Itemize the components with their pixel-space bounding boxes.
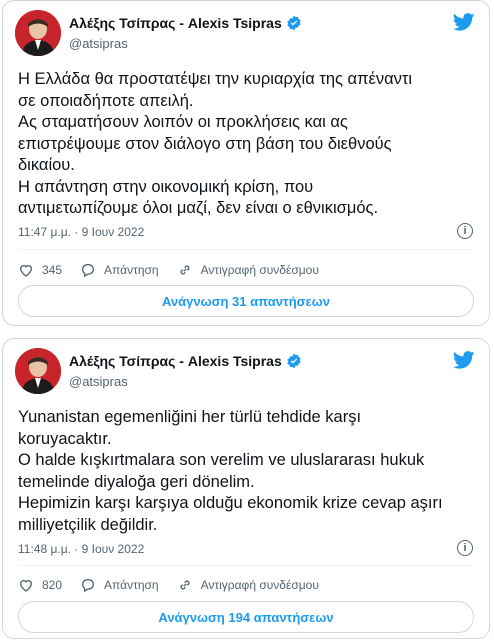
author-handle[interactable]: @atsipras (69, 374, 128, 389)
action-bar: 345 Απάντηση Αντιγραφή συνδέσμου (18, 262, 337, 278)
reply-button[interactable]: Απάντηση (80, 577, 159, 593)
tweet-card-2[interactable]: Αλέξης Τσίπρας - Alexis Tsipras @atsipra… (2, 338, 490, 639)
like-button[interactable]: 820 (18, 577, 62, 593)
avatar[interactable] (15, 10, 61, 56)
divider (18, 249, 474, 250)
info-icon[interactable]: i (457, 223, 473, 239)
copy-link-button[interactable]: Αντιγραφή συνδέσμου (177, 577, 319, 593)
tweet-text-line: Ας σταματήσουν λοιπόν οι προκλήσεις και … (18, 113, 348, 131)
tweet-text-line: δικαίου. (18, 156, 75, 174)
heart-icon (19, 580, 33, 592)
link-icon (180, 580, 190, 590)
reply-button[interactable]: Απάντηση (80, 262, 159, 278)
tweet-card-1[interactable]: Αλέξης Τσίπρας - Alexis Tsipras @atsipra… (2, 0, 490, 326)
tweet-text-line: επιστρέψουμε στον διάλογο στη βάση του δ… (18, 134, 392, 153)
author-name[interactable]: Αλέξης Τσίπρας - Alexis Tsipras (69, 15, 282, 31)
like-count: 820 (42, 578, 63, 592)
info-icon[interactable]: i (457, 540, 473, 556)
verified-badge-icon (287, 15, 301, 31)
tweet-text-line: Η Ελλάδα θα προστατέψει την κυριαρχία τη… (18, 70, 413, 88)
twitter-bird-icon[interactable] (453, 13, 475, 31)
timestamp[interactable]: 11:47 μ.μ. · 9 Ιουν 2022 (18, 225, 144, 239)
tweet-text-line: Yunanistan egemenliğini her türlü tehdid… (18, 408, 362, 426)
link-icon (180, 265, 190, 275)
like-count: 345 (42, 263, 63, 277)
action-bar: 820 Απάντηση Αντιγραφή συνδέσμου (18, 577, 337, 593)
tweet-text-line: σε οποιαδήποτε απειλή. (18, 91, 194, 110)
like-button[interactable]: 345 (18, 262, 62, 278)
tweet-text-line: koruyacaktır. (18, 429, 112, 448)
tweet-text-line: αντιμετωπίζουμε όλοι μαζί, δεν είναι ο ε… (18, 199, 379, 217)
tweet-text-line: temelinde diyaloğa geri dönelim. (18, 472, 255, 491)
reply-label: Απάντηση (104, 578, 159, 592)
author-handle[interactable]: @atsipras (69, 36, 128, 51)
reply-icon (82, 579, 94, 593)
divider (18, 565, 474, 566)
heart-icon (19, 265, 33, 277)
reply-icon (82, 264, 94, 278)
copy-link-label: Αντιγραφή συνδέσμου (200, 263, 319, 277)
tweet-text-line: O halde kışkırtmalara son verelim ve ulu… (18, 451, 425, 469)
twitter-bird-icon[interactable] (453, 351, 475, 369)
verified-badge-icon (287, 353, 301, 369)
author-name[interactable]: Αλέξης Τσίπρας - Alexis Tsipras (69, 353, 282, 369)
tweet-text-line: milliyetçilik değildir. (18, 515, 158, 534)
copy-link-button[interactable]: Αντιγραφή συνδέσμου (177, 262, 319, 278)
tweet-text-line: Η απάντηση στην οικονομική κρίση, που (18, 177, 314, 196)
copy-link-label: Αντιγραφή συνδέσμου (200, 578, 319, 592)
tweet-text: Η Ελλάδα θα προστατέψει την κυριαρχία τη… (18, 69, 479, 220)
tweet-text-line: Hepimizin karşı karşıya olduğu ekonomik … (18, 494, 443, 512)
reply-label: Απάντηση (104, 263, 159, 277)
avatar[interactable] (15, 348, 61, 394)
read-replies-button[interactable]: Ανάγνωση 194 απαντήσεων (18, 601, 474, 633)
tweet-text: Yunanistan egemenliğini her türlü tehdid… (18, 407, 479, 536)
timestamp[interactable]: 11:48 μ.μ. · 9 Ιουν 2022 (18, 542, 144, 556)
read-replies-button[interactable]: Ανάγνωση 31 απαντήσεων (18, 285, 474, 317)
